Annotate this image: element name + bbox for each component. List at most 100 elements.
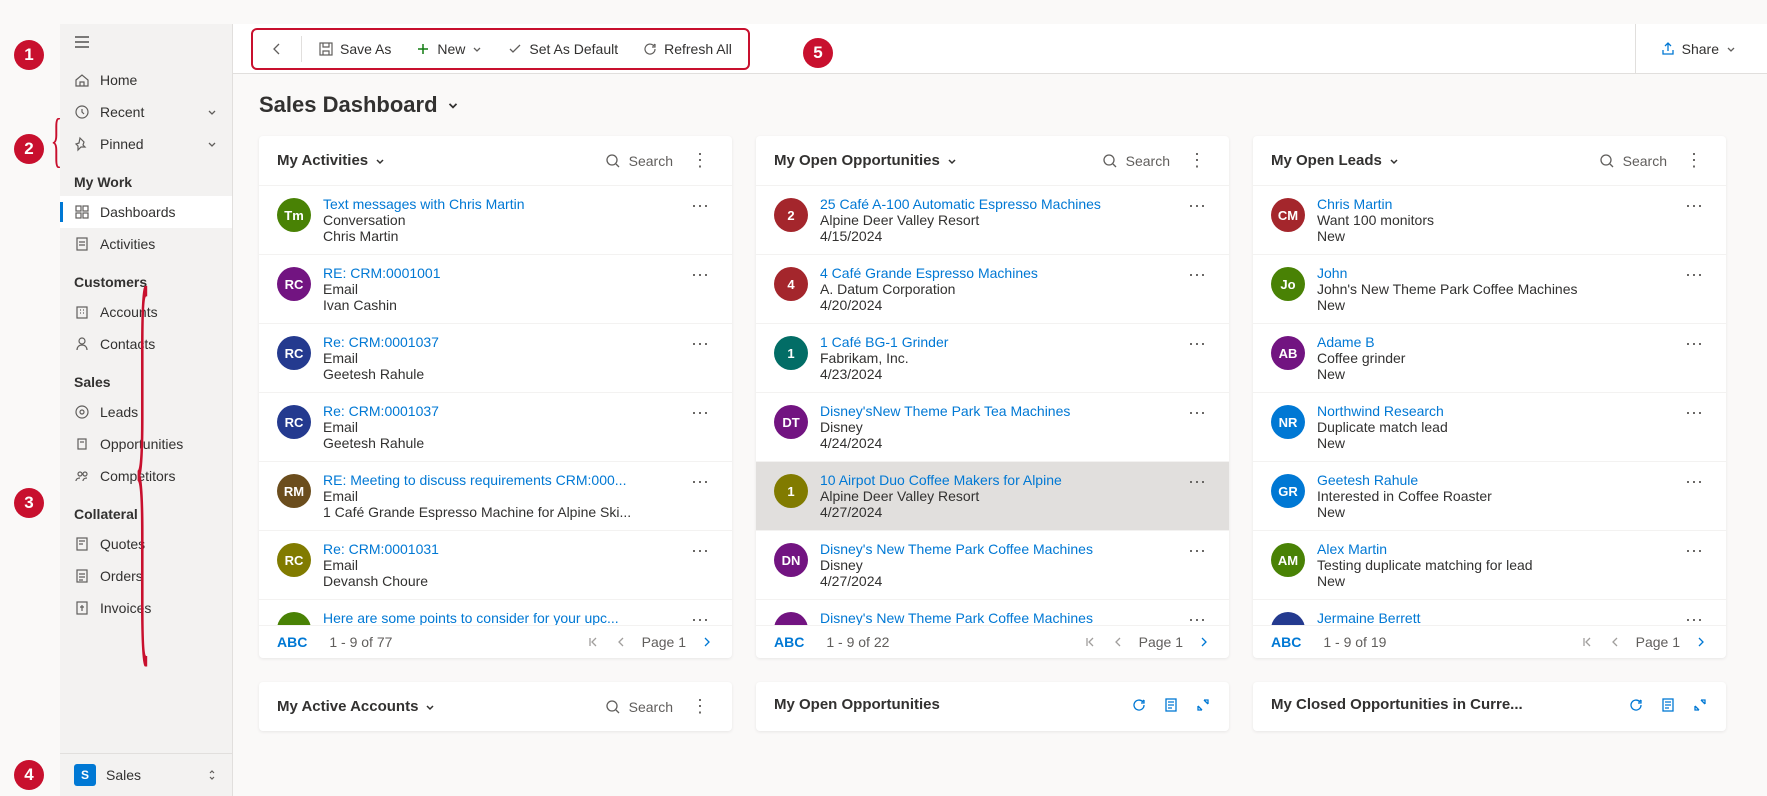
row-title[interactable]: Disney'sNew Theme Park Tea Machines [820, 403, 1172, 419]
row-more-button[interactable]: ⋯ [1184, 472, 1211, 493]
row-more-button[interactable]: ⋯ [1681, 472, 1708, 493]
list-item[interactable]: RCRE: CRM:0001001EmailIvan Cashin⋯ [259, 254, 732, 323]
card-active-accounts-title[interactable]: My Active Accounts [277, 698, 436, 715]
row-title[interactable]: RE: Meeting to discuss requirements CRM:… [323, 472, 675, 488]
pager-next[interactable] [700, 635, 714, 649]
list-item[interactable]: JBJermaine Berrett5 Café Lite Espresso M… [1253, 599, 1726, 625]
pager-first[interactable] [1580, 635, 1594, 649]
card-opportunities-more[interactable]: ⋮ [1184, 150, 1211, 171]
area-switcher[interactable]: S Sales [60, 753, 232, 796]
list-item[interactable]: DTDisney'sNew Theme Park Tea MachinesDis… [756, 392, 1229, 461]
list-item[interactable]: DNDisney's New Theme Park Coffee Machine… [756, 599, 1229, 625]
card-opportunities-title[interactable]: My Open Opportunities [774, 152, 958, 169]
row-more-button[interactable]: ⋯ [1681, 610, 1708, 625]
pager-prev[interactable] [614, 635, 628, 649]
list-item[interactable]: 110 Airpot Duo Coffee Makers for AlpineA… [756, 461, 1229, 530]
pager-prev[interactable] [1111, 635, 1125, 649]
records-icon[interactable] [1163, 697, 1179, 713]
back-button[interactable] [257, 35, 297, 63]
row-more-button[interactable]: ⋯ [1184, 196, 1211, 217]
pager-next[interactable] [1694, 635, 1708, 649]
row-title[interactable]: Northwind Research [1317, 403, 1669, 419]
list-item[interactable]: 11 Café BG-1 GrinderFabrikam, Inc.4/23/2… [756, 323, 1229, 392]
row-title[interactable]: Jermaine Berrett [1317, 610, 1669, 625]
abc-filter[interactable]: ABC [774, 634, 804, 650]
expand-icon[interactable] [1195, 697, 1211, 713]
row-title[interactable]: Disney's New Theme Park Coffee Machines [820, 610, 1172, 625]
card-leads-more[interactable]: ⋮ [1681, 150, 1708, 171]
set-default-button[interactable]: Set As Default [495, 35, 630, 63]
card-leads-title[interactable]: My Open Leads [1271, 152, 1400, 169]
refresh-icon[interactable] [1131, 697, 1147, 713]
card-activities-search[interactable]: Search [605, 153, 673, 169]
nav-pinned[interactable]: Pinned [60, 128, 232, 160]
row-more-button[interactable]: ⋯ [1184, 403, 1211, 424]
pager-prev[interactable] [1608, 635, 1622, 649]
row-more-button[interactable]: ⋯ [1681, 265, 1708, 286]
row-title[interactable]: Alex Martin [1317, 541, 1669, 557]
row-title[interactable]: Chris Martin [1317, 196, 1669, 212]
list-item[interactable]: JoJohnJohn's New Theme Park Coffee Machi… [1253, 254, 1726, 323]
pager-first[interactable] [586, 635, 600, 649]
list-item[interactable]: 225 Café A-100 Automatic Espresso Machin… [756, 185, 1229, 254]
new-button[interactable]: New [403, 35, 495, 63]
card-opportunities-search[interactable]: Search [1102, 153, 1170, 169]
row-title[interactable]: Disney's New Theme Park Coffee Machines [820, 541, 1172, 557]
nav-recent[interactable]: Recent [60, 96, 232, 128]
row-more-button[interactable]: ⋯ [687, 196, 714, 217]
save-as-button[interactable]: Save As [306, 35, 403, 63]
list-item[interactable]: ABAdame BCoffee grinderNew⋯ [1253, 323, 1726, 392]
row-title[interactable]: 4 Café Grande Espresso Machines [820, 265, 1172, 281]
abc-filter[interactable]: ABC [277, 634, 307, 650]
refresh-icon[interactable] [1628, 697, 1644, 713]
row-title[interactable]: 1 Café BG-1 Grinder [820, 334, 1172, 350]
nav-home[interactable]: Home [60, 64, 232, 96]
row-title[interactable]: John [1317, 265, 1669, 281]
row-title[interactable]: Text messages with Chris Martin [323, 196, 675, 212]
row-title[interactable]: RE: CRM:0001001 [323, 265, 675, 281]
row-more-button[interactable]: ⋯ [1184, 610, 1211, 625]
card-active-accounts-more[interactable]: ⋮ [687, 696, 714, 717]
row-title[interactable]: Geetesh Rahule [1317, 472, 1669, 488]
row-title[interactable]: Adame B [1317, 334, 1669, 350]
refresh-all-button[interactable]: Refresh All [630, 35, 744, 63]
list-item[interactable]: GRGeetesh RahuleInterested in Coffee Roa… [1253, 461, 1726, 530]
card-activities-more[interactable]: ⋮ [687, 150, 714, 171]
list-item[interactable]: RMRE: Meeting to discuss requirements CR… [259, 461, 732, 530]
pager-next[interactable] [1197, 635, 1211, 649]
list-item[interactable]: RCRe: CRM:0001037EmailGeetesh Rahule⋯ [259, 392, 732, 461]
list-item[interactable]: DNDisney's New Theme Park Coffee Machine… [756, 530, 1229, 599]
page-title[interactable]: Sales Dashboard [259, 92, 1741, 118]
list-item[interactable]: AMAlex MartinTesting duplicate matching … [1253, 530, 1726, 599]
list-item[interactable]: 44 Café Grande Espresso MachinesA. Datum… [756, 254, 1229, 323]
row-more-button[interactable]: ⋯ [1184, 541, 1211, 562]
row-more-button[interactable]: ⋯ [687, 472, 714, 493]
list-item[interactable]: CMChris MartinWant 100 monitorsNew⋯ [1253, 185, 1726, 254]
row-more-button[interactable]: ⋯ [1681, 196, 1708, 217]
list-item[interactable]: NRNorthwind ResearchDuplicate match lead… [1253, 392, 1726, 461]
row-title[interactable]: Here are some points to consider for you… [323, 610, 675, 625]
list-item[interactable]: HaHere are some points to consider for y… [259, 599, 732, 625]
share-button[interactable]: Share [1648, 35, 1749, 63]
records-icon[interactable] [1660, 697, 1676, 713]
card-active-accounts-search[interactable]: Search [605, 699, 673, 715]
row-more-button[interactable]: ⋯ [1681, 334, 1708, 355]
pager-first[interactable] [1083, 635, 1097, 649]
abc-filter[interactable]: ABC [1271, 634, 1301, 650]
row-more-button[interactable]: ⋯ [1681, 403, 1708, 424]
row-more-button[interactable]: ⋯ [687, 610, 714, 625]
list-item[interactable]: RCRe: CRM:0001031EmailDevansh Choure⋯ [259, 530, 732, 599]
row-title[interactable]: Re: CRM:0001037 [323, 403, 675, 419]
row-title[interactable]: 25 Café A-100 Automatic Espresso Machine… [820, 196, 1172, 212]
list-item[interactable]: TmText messages with Chris MartinConvers… [259, 185, 732, 254]
row-title[interactable]: 10 Airpot Duo Coffee Makers for Alpine [820, 472, 1172, 488]
row-more-button[interactable]: ⋯ [687, 265, 714, 286]
expand-icon[interactable] [1692, 697, 1708, 713]
row-more-button[interactable]: ⋯ [687, 541, 714, 562]
row-more-button[interactable]: ⋯ [1681, 541, 1708, 562]
row-more-button[interactable]: ⋯ [1184, 334, 1211, 355]
card-leads-search[interactable]: Search [1599, 153, 1667, 169]
row-title[interactable]: Re: CRM:0001031 [323, 541, 675, 557]
row-title[interactable]: Re: CRM:0001037 [323, 334, 675, 350]
row-more-button[interactable]: ⋯ [687, 334, 714, 355]
